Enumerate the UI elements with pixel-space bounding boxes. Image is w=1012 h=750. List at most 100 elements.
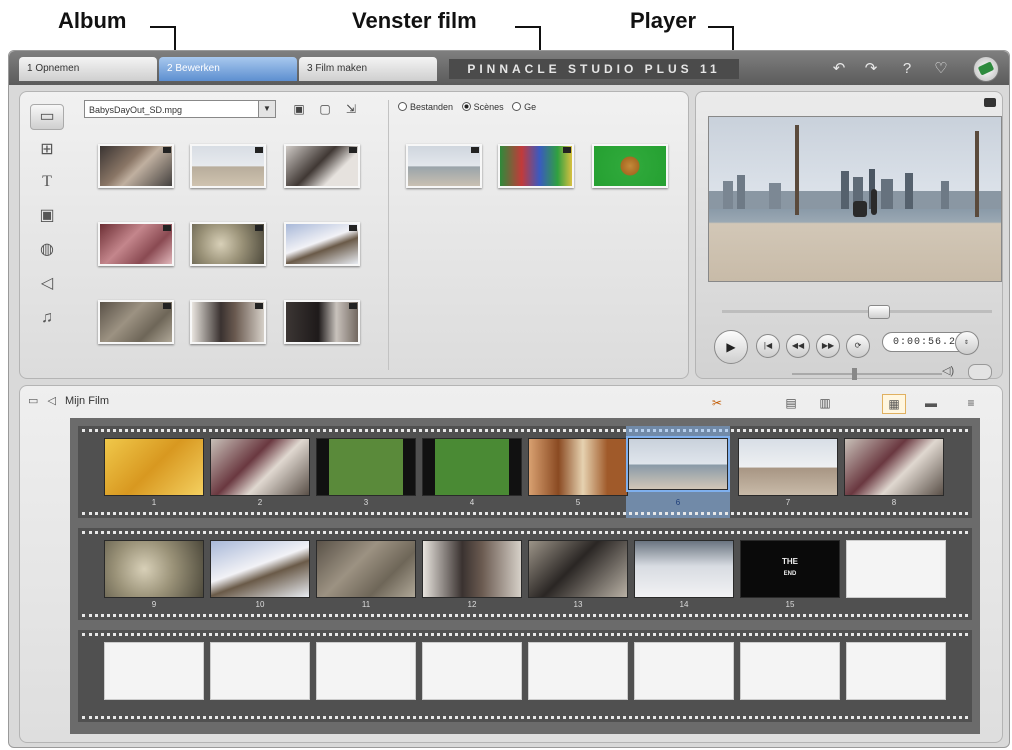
forward-button[interactable]: ▶▶ — [816, 334, 840, 358]
storyboard-clip[interactable] — [210, 438, 310, 496]
discmenu-icon[interactable]: ◍ — [34, 238, 60, 262]
storyboard-clip[interactable] — [104, 438, 204, 496]
storyboard-clip[interactable] — [316, 438, 416, 496]
storyboard-empty-slot[interactable] — [528, 642, 628, 700]
help-icon[interactable]: ? — [897, 59, 917, 79]
radio-dot — [398, 102, 407, 111]
sound-icon[interactable]: ◁ — [34, 272, 60, 296]
tab-capture[interactable]: 1 Opnemen — [19, 57, 157, 81]
undo-icon[interactable]: ↶ — [829, 59, 849, 79]
album-thumb[interactable] — [284, 144, 360, 188]
scrubber-handle[interactable] — [868, 305, 890, 319]
tab-make-movie[interactable]: 3 Film maken — [299, 57, 437, 81]
timecode-spinner[interactable]: ⇕ — [955, 331, 979, 355]
import-icon[interactable]: ⇲ — [342, 100, 360, 118]
stroller — [853, 201, 867, 217]
storyboard-clip[interactable] — [528, 540, 628, 598]
storyboard-empty-slot[interactable] — [210, 642, 310, 700]
storyboard-clip[interactable] — [634, 540, 734, 598]
storyboard-row: 1 2 3 4 5 6 7 8 — [78, 426, 972, 518]
storyboard-clip-title[interactable]: THE END — [740, 540, 840, 598]
storyboard-clip[interactable] — [422, 540, 522, 598]
hint-icon[interactable]: ♡ — [931, 59, 951, 79]
scene-marker — [163, 147, 171, 153]
clip-number: 6 — [675, 498, 681, 507]
storyboard-empty-slot[interactable] — [422, 642, 522, 700]
timecode-display[interactable]: 0:00:56.23 ⇕ — [882, 331, 979, 355]
storyboard-clip[interactable] — [104, 540, 204, 598]
logo-icon[interactable] — [973, 56, 999, 82]
properties-icon[interactable]: ▤ — [780, 394, 802, 412]
chevron-down-icon[interactable]: ▼ — [258, 101, 275, 117]
trash-icon[interactable]: ▥ — [814, 394, 836, 412]
storyboard-clip[interactable] — [528, 438, 628, 496]
storyboard-empty-slot[interactable] — [634, 642, 734, 700]
photos-icon[interactable]: ▣ — [34, 204, 60, 228]
text-view-icon[interactable]: ≡ — [960, 394, 982, 412]
storyboard-empty-slot[interactable] — [846, 642, 946, 700]
scene-marker — [563, 147, 571, 153]
video-scene-icon[interactable]: ▣ — [290, 100, 308, 118]
scene-marker — [255, 303, 263, 309]
movie-title: Mijn Film — [65, 395, 109, 407]
album-thumb[interactable] — [284, 222, 360, 266]
storyboard-row: 9 10 11 12 13 14 THE END 15 — [78, 528, 972, 620]
play-button[interactable]: ▶ — [714, 330, 748, 364]
volume-handle[interactable] — [852, 368, 857, 380]
album-thumb[interactable] — [98, 144, 174, 188]
clip-number: 5 — [575, 498, 581, 507]
scene-marker — [349, 147, 357, 153]
audio-track-icon[interactable]: ◁ — [47, 394, 55, 407]
titles-icon[interactable]: T — [34, 170, 60, 194]
scene-thumb[interactable] — [498, 144, 574, 188]
album-thumb[interactable] — [190, 144, 266, 188]
storyboard-view-icon[interactable]: ▦ — [882, 394, 906, 414]
storyboard-clip[interactable] — [844, 438, 944, 496]
radio-scenes[interactable]: Scènes — [461, 102, 504, 112]
storyboard-row — [78, 630, 972, 722]
music-icon[interactable]: ♫ — [34, 306, 60, 330]
file-dropdown[interactable]: BabysDayOut_SD.mpg ▼ — [84, 100, 276, 118]
clip-number: 8 — [891, 498, 897, 507]
scene-thumb[interactable] — [592, 144, 668, 188]
storyboard-clip[interactable] — [210, 540, 310, 598]
scrubber[interactable] — [722, 305, 992, 319]
storyboard-clip-selected[interactable] — [626, 436, 730, 492]
scene-thumb[interactable] — [406, 144, 482, 188]
callout-album-line — [150, 26, 176, 28]
razor-icon[interactable]: ✂ — [706, 394, 728, 412]
movie-window: ▭ ◁ Mijn Film ✂ ▤ ▥ ▦ ▬ ≡ 1 2 3 4 5 6 7 … — [19, 385, 1003, 743]
go-start-button[interactable]: |◀ — [756, 334, 780, 358]
video-tab-icon[interactable]: ▭ — [30, 104, 64, 130]
tab-edit[interactable]: 2 Bewerken — [159, 57, 297, 81]
timeline-view-icon[interactable]: ▬ — [920, 394, 942, 412]
album-thumb[interactable] — [284, 300, 360, 344]
transitions-icon[interactable]: ⊞ — [34, 138, 60, 162]
album-thumb[interactable] — [190, 300, 266, 344]
callout-player: Player — [630, 8, 697, 33]
storyboard-empty-slot[interactable] — [104, 642, 204, 700]
storyboard-empty-slot[interactable] — [316, 642, 416, 700]
loop-button[interactable]: ⟳ — [846, 334, 870, 358]
storyboard-empty-slot[interactable] — [740, 642, 840, 700]
album-thumb[interactable] — [190, 222, 266, 266]
radio-dot — [461, 102, 471, 111]
radio-scenes-label: Scènes — [473, 102, 504, 112]
redo-icon[interactable]: ↷ — [861, 59, 881, 79]
album-thumb[interactable] — [98, 222, 174, 266]
storyboard-clip[interactable] — [422, 438, 522, 496]
storyboard-clip[interactable] — [316, 540, 416, 598]
storyboard-empty-slot[interactable] — [846, 540, 946, 598]
audio-toggle[interactable] — [968, 364, 992, 380]
album-thumb[interactable] — [98, 300, 174, 344]
video-track-icon[interactable]: ▭ — [28, 394, 38, 407]
clip-number: 12 — [467, 600, 477, 609]
radio-files[interactable]: Bestanden — [398, 102, 453, 112]
clip-number: 14 — [679, 600, 689, 609]
folder-icon[interactable]: ▢ — [316, 100, 334, 118]
radio-third[interactable]: Ge — [512, 102, 536, 112]
rewind-button[interactable]: ◀◀ — [786, 334, 810, 358]
volume-slider[interactable] — [792, 368, 942, 380]
storyboard-clip[interactable] — [738, 438, 838, 496]
fullscreen-icon[interactable] — [984, 98, 996, 107]
